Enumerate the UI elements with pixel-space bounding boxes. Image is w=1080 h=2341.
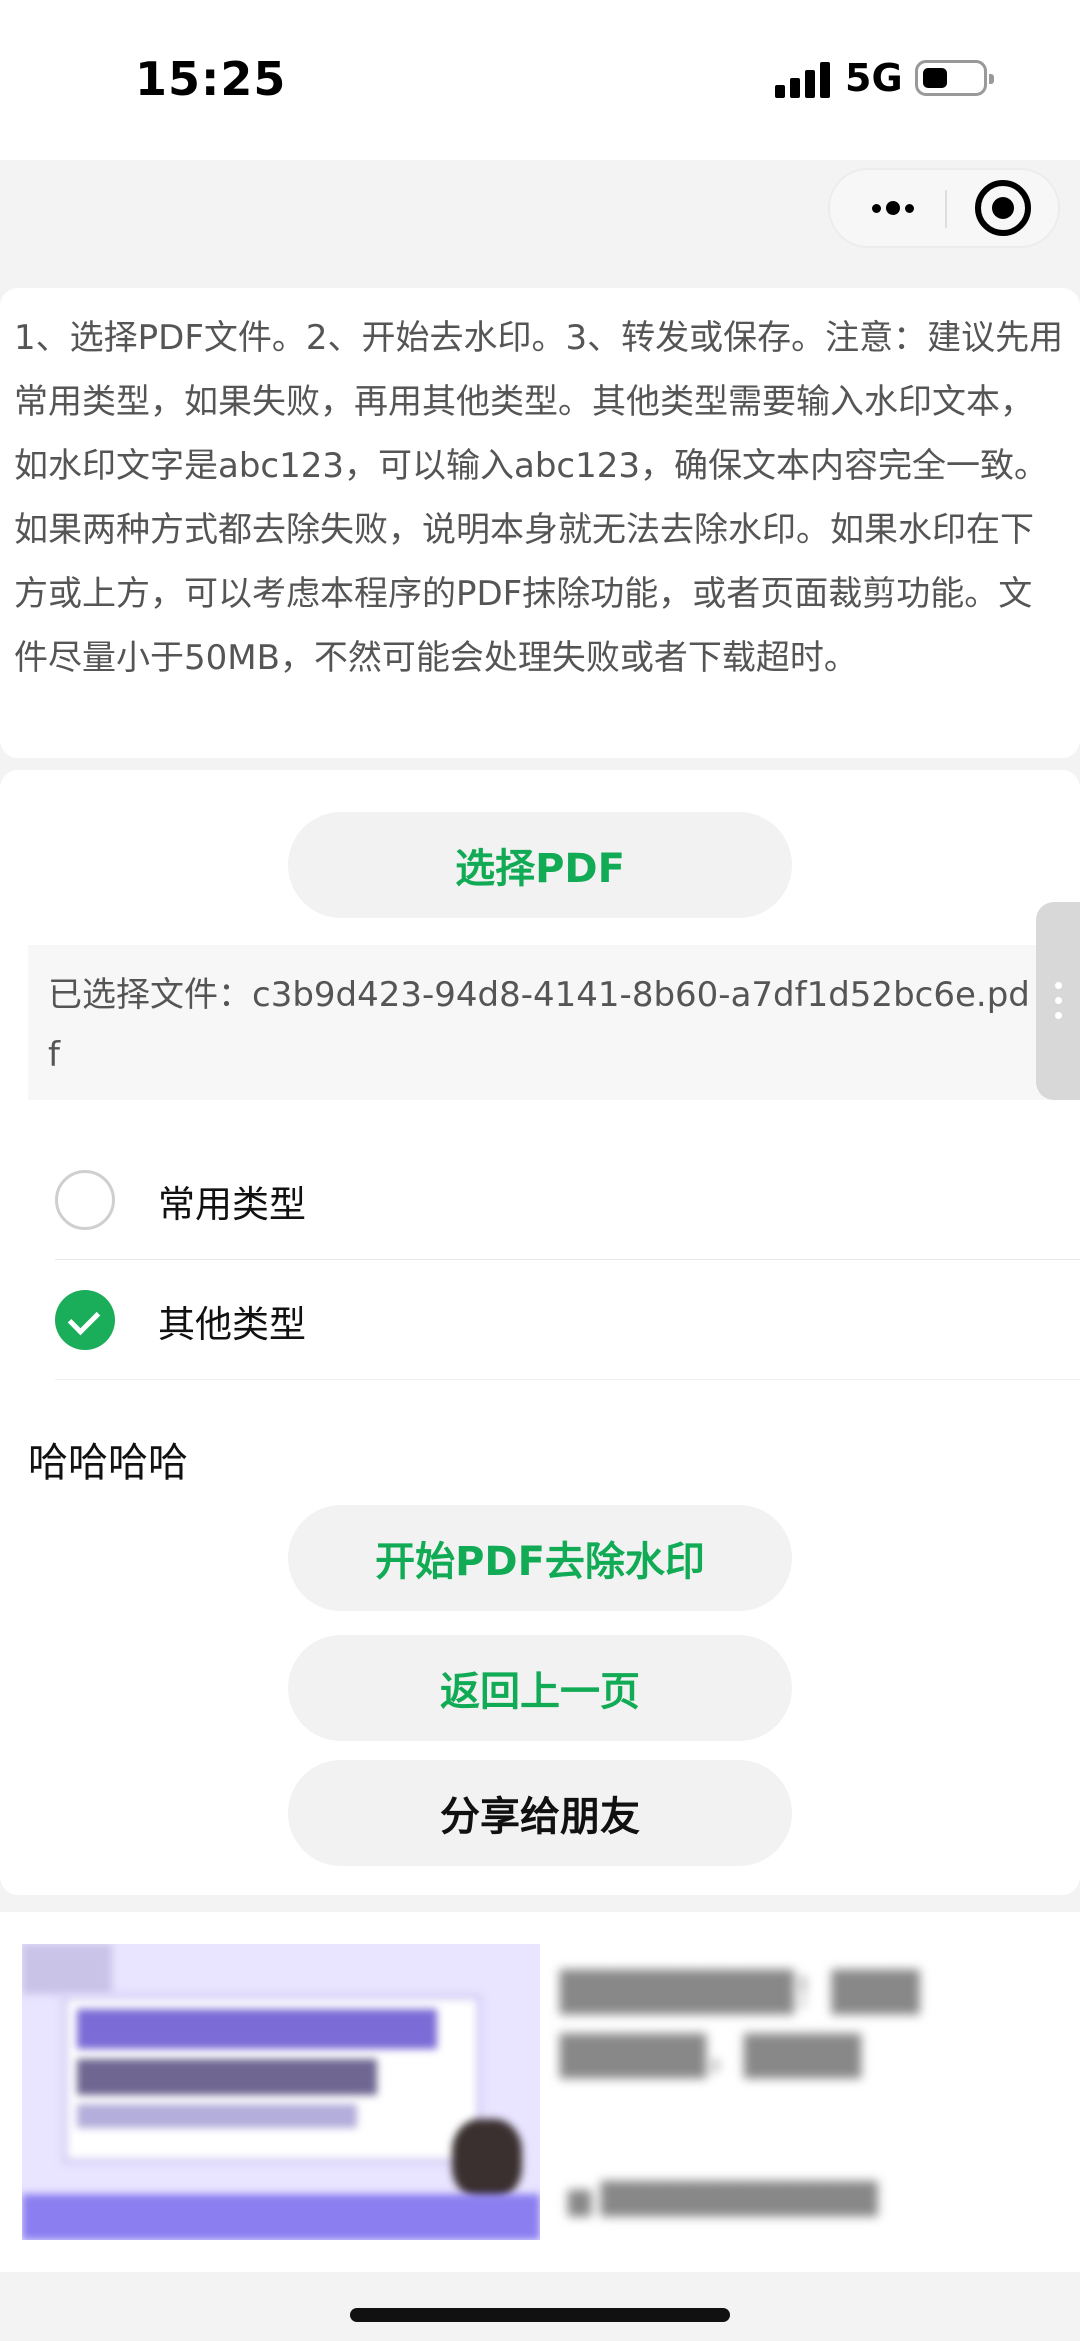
ad-banner[interactable]: ████████！███ █████，████ ▆ ████████████ — [0, 1912, 1080, 2272]
radio-checked-icon[interactable] — [55, 1290, 115, 1350]
option-other-type[interactable]: 其他类型 — [55, 1260, 1080, 1380]
instructions-card: 1、选择PDF文件。2、开始去水印。3、转发或保存。注意：建议先用常用类型，如果… — [0, 288, 1080, 758]
network-type: 5G — [845, 56, 903, 100]
radio-unchecked-icon[interactable] — [55, 1170, 115, 1230]
status-time: 15:25 — [135, 52, 287, 106]
main-card: 选择PDF 已选择文件：c3b9d423-94d8-4141-8b60-a7df… — [0, 770, 1080, 1895]
share-button[interactable]: 分享给朋友 — [288, 1760, 792, 1866]
battery-icon — [915, 60, 994, 96]
mini-program-capsule — [828, 168, 1060, 248]
home-indicator[interactable] — [350, 2308, 730, 2322]
option-label: 常用类型 — [158, 1183, 306, 1226]
selected-file-box: 已选择文件：c3b9d423-94d8-4141-8b60-a7df1d52bc… — [28, 945, 1058, 1100]
side-drag-handle[interactable] — [1036, 902, 1080, 1100]
more-dots-icon[interactable] — [860, 170, 925, 246]
option-label: 其他类型 — [158, 1303, 306, 1346]
signal-icon — [775, 60, 835, 98]
ad-title-blurred[interactable]: ████████！███ █████，████ — [560, 1960, 1040, 2088]
instructions-text: 1、选择PDF文件。2、开始去水印。3、转发或保存。注意：建议先用常用类型，如果… — [14, 318, 1064, 678]
watermark-text-value: 哈哈哈哈 — [28, 1440, 188, 1486]
target-close-icon[interactable] — [975, 180, 1031, 236]
ad-subtitle-blurred: ▆ ████████████ — [568, 2182, 878, 2217]
start-remove-watermark-button[interactable]: 开始PDF去除水印 — [288, 1505, 792, 1611]
option-common-type[interactable]: 常用类型 — [55, 1140, 1080, 1260]
ad-image[interactable] — [22, 1944, 540, 2240]
capsule-divider — [945, 190, 947, 228]
status-bar: 15:25 5G — [0, 0, 1080, 160]
selected-file-text: 已选择文件：c3b9d423-94d8-4141-8b60-a7df1d52bc… — [48, 975, 1030, 1075]
app-screen: 15:25 5G 1、选择PDF文件。2、开始去水印。3、转发或保存。注意：建议… — [0, 0, 1080, 2341]
back-button[interactable]: 返回上一页 — [288, 1635, 792, 1741]
select-pdf-button[interactable]: 选择PDF — [288, 812, 792, 918]
